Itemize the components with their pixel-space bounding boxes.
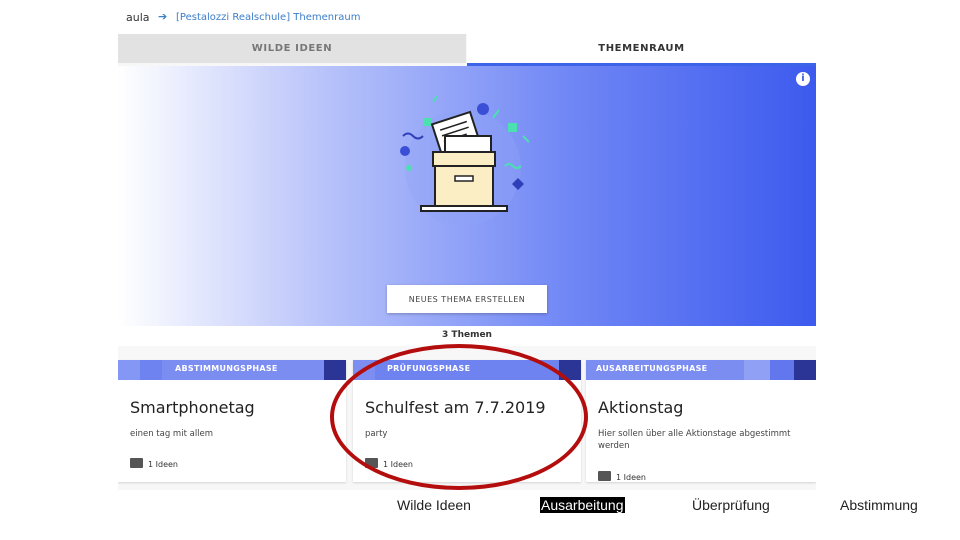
idea-count-label: 1 Ideen [148, 460, 178, 469]
card-title[interactable]: Smartphonetag [130, 398, 255, 417]
legend-abstimmung: Abstimmung [840, 497, 918, 513]
decor-dot [477, 103, 489, 115]
new-topic-button[interactable]: NEUES THEMA ERSTELLEN [387, 285, 547, 313]
topic-count: 3 Themen [442, 330, 492, 340]
breadcrumb[interactable]: [Pestalozzi Realschule] Themenraum [176, 12, 360, 23]
phase-label: AUSARBEITUNGSPHASE [596, 364, 708, 373]
info-icon[interactable]: i [796, 72, 810, 86]
idea-count: 1 Ideen [598, 470, 646, 482]
tab-bar: WILDE IDEEN THEMENRAUM [118, 34, 816, 66]
box-lid [432, 151, 496, 167]
topic-card-smartphonetag[interactable]: ABSTIMMUNGSPHASE Smartphonetag einen tag… [118, 360, 346, 482]
decor-dot [406, 165, 412, 171]
box-base [420, 205, 508, 212]
hero-banner: i NEUES THEMA ERSTELLEN [118, 66, 816, 326]
tab-themenraum[interactable]: THEMENRAUM [467, 34, 816, 66]
card-description: einen tag mit allem [130, 429, 214, 439]
idea-count-label: 1 Ideen [616, 473, 646, 482]
card-title[interactable]: Aktionstag [598, 398, 683, 417]
comment-icon [365, 458, 378, 468]
box-handle [454, 175, 474, 182]
comment-icon [130, 458, 143, 468]
phase-label: ABSTIMMUNGSPHASE [175, 364, 278, 373]
card-phase-header: AUSARBEITUNGSPHASE [586, 360, 816, 380]
card-phase-header: ABSTIMMUNGSPHASE [118, 360, 346, 380]
app-window: aula ➔ [Pestalozzi Realschule] Themenrau… [118, 4, 816, 490]
card-description: party [365, 429, 388, 439]
top-bar: aula ➔ [Pestalozzi Realschule] Themenrau… [118, 4, 816, 34]
decor-square [508, 123, 517, 132]
card-description: Hier sollen über alle Aktionstage abgest… [598, 429, 791, 451]
idea-count: 1 Ideen [130, 457, 178, 469]
comment-icon [598, 471, 611, 481]
decor-dot [400, 146, 410, 156]
topic-card-aktionstag[interactable]: AUSARBEITUNGSPHASE Aktionstag Hier solle… [586, 360, 816, 482]
topic-card-schulfest[interactable]: PRÜFUNGSPHASE Schulfest am 7.7.2019 part… [353, 360, 581, 482]
card-title[interactable]: Schulfest am 7.7.2019 [365, 398, 546, 417]
legend-ausarbeitung: Ausarbeitung [540, 497, 625, 513]
box-body [434, 165, 494, 207]
tab-wilde-ideen[interactable]: WILDE IDEEN [118, 34, 466, 63]
phase-label: PRÜFUNGSPHASE [387, 364, 471, 373]
legend-ueberpruefung: Überprüfung [692, 497, 770, 513]
idea-count-label: 1 Ideen [383, 460, 413, 469]
card-phase-header: PRÜFUNGSPHASE [353, 360, 581, 380]
file-box-illustration [400, 96, 530, 226]
decor-square [424, 118, 432, 126]
legend-wilde-ideen: Wilde Ideen [397, 497, 471, 513]
idea-count: 1 Ideen [365, 457, 413, 469]
topic-count-bar: 3 Themen [118, 326, 816, 346]
arrow-right-icon: ➔ [158, 10, 168, 23]
app-logo[interactable]: aula [126, 11, 150, 24]
